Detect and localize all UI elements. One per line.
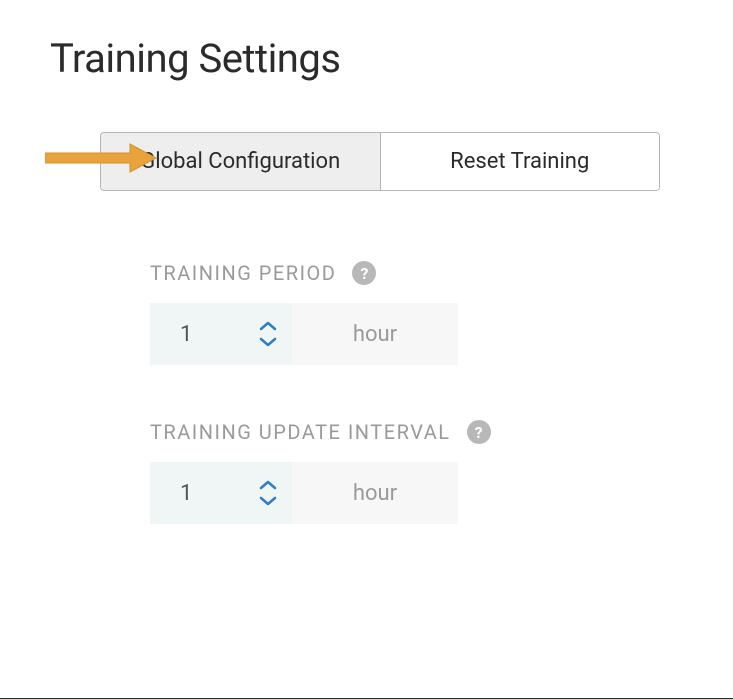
training-update-interval-group: TRAINING UPDATE INTERVAL ? 1 hour xyxy=(150,420,733,524)
chevron-up-icon[interactable] xyxy=(258,319,278,333)
training-update-interval-unit: hour xyxy=(292,462,458,524)
chevron-down-icon[interactable] xyxy=(258,494,278,508)
training-period-stepper[interactable]: 1 xyxy=(150,303,292,365)
training-period-label: TRAINING PERIOD xyxy=(150,261,336,285)
training-period-unit: hour xyxy=(292,303,458,365)
chevron-down-icon[interactable] xyxy=(258,335,278,349)
arrow-annotation-icon xyxy=(45,142,158,174)
training-update-interval-label: TRAINING UPDATE INTERVAL xyxy=(150,420,451,444)
training-update-interval-stepper[interactable]: 1 xyxy=(150,462,292,524)
training-update-interval-value: 1 xyxy=(150,481,258,506)
help-icon[interactable]: ? xyxy=(467,420,491,444)
training-period-value: 1 xyxy=(150,322,258,347)
page-title: Training Settings xyxy=(50,35,733,82)
chevron-up-icon[interactable] xyxy=(258,478,278,492)
training-period-group: TRAINING PERIOD ? 1 hour xyxy=(150,261,733,365)
tabs-container: Global Configuration Reset Training xyxy=(100,132,660,191)
help-icon[interactable]: ? xyxy=(352,261,376,285)
tab-reset-training[interactable]: Reset Training xyxy=(380,133,660,190)
